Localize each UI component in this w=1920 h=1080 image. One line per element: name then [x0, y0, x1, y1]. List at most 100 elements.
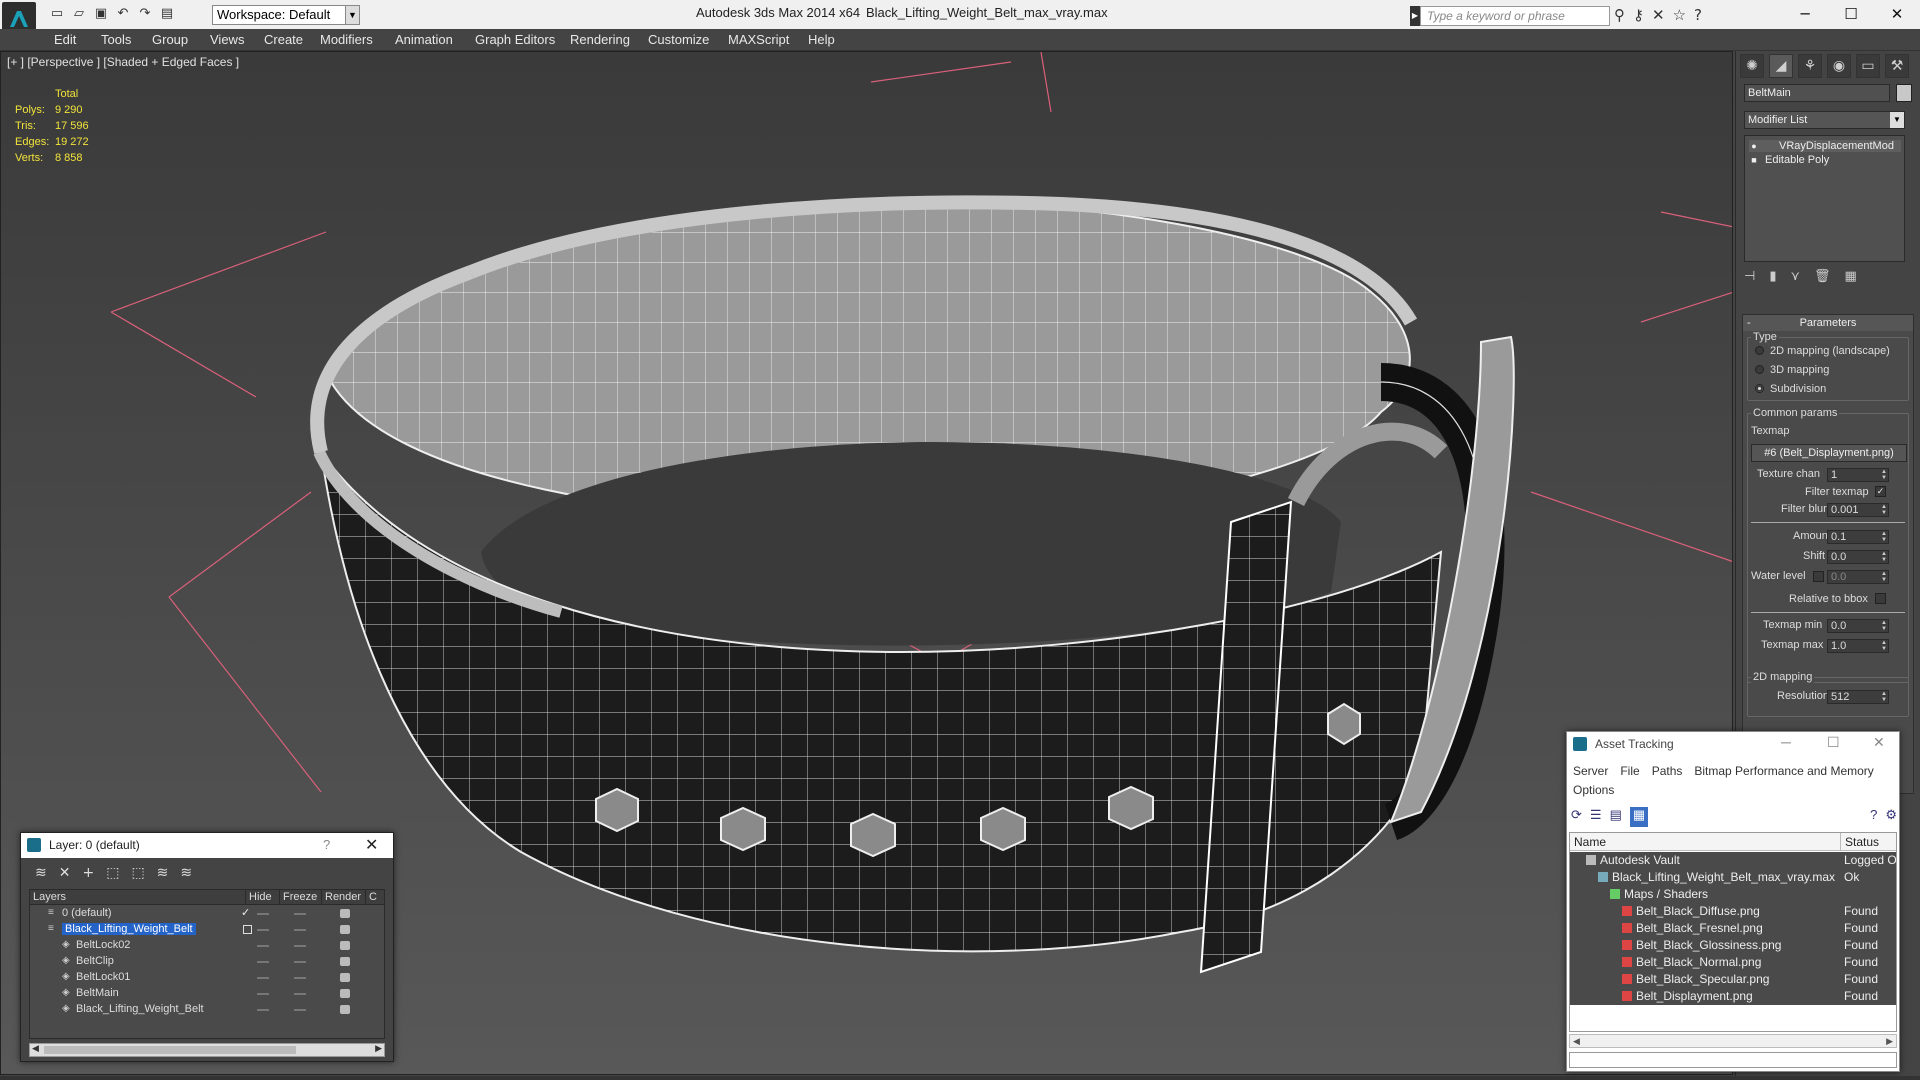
spinner-arrows-icon[interactable]: ▲ ▼ — [1880, 504, 1888, 516]
minimize-icon[interactable]: ─ — [1781, 734, 1791, 750]
render-teapot-icon[interactable] — [340, 957, 350, 966]
display-tab-icon[interactable]: ▭ — [1856, 54, 1880, 78]
column-header-render[interactable]: Render — [322, 890, 366, 905]
filter-blur-spinner[interactable]: 0.001 ▲ ▼ — [1827, 503, 1889, 517]
object-color-swatch[interactable] — [1896, 84, 1912, 102]
resolution-spinner[interactable]: 512 ▲ ▼ — [1827, 690, 1889, 704]
freeze-toggle[interactable] — [294, 945, 306, 947]
layer-name[interactable]: BeltLock02 — [76, 939, 130, 951]
menu-maxscript[interactable]: MAXScript — [728, 32, 789, 47]
utilities-tab-icon[interactable]: ⚒ — [1885, 54, 1909, 78]
water-level-spinner[interactable]: 0.0 ▲ ▼ — [1827, 570, 1889, 584]
settings-icon[interactable]: ⚙ — [1885, 807, 1897, 827]
parameters-rollout-header[interactable]: - Parameters — [1743, 315, 1913, 331]
spinner-arrows-icon[interactable]: ▲ ▼ — [1880, 691, 1888, 703]
layer-window-titlebar[interactable]: Layer: 0 (default) ? ✕ — [21, 833, 393, 858]
hide-toggle[interactable] — [257, 993, 269, 995]
maximize-button[interactable]: ☐ — [1828, 0, 1874, 28]
render-teapot-icon[interactable] — [340, 1005, 350, 1014]
freeze-toggle[interactable] — [294, 993, 306, 995]
spinner-arrows-icon[interactable]: ▲ ▼ — [1880, 571, 1888, 583]
menu-help[interactable]: Help — [808, 32, 835, 47]
asset-row[interactable]: Belt_Black_Diffuse.png Found — [1570, 903, 1896, 920]
horizontal-scrollbar[interactable]: ◀ ▶ — [29, 1043, 385, 1057]
filter-texmap-checkbox[interactable]: ✓ — [1875, 486, 1886, 497]
table-view-icon[interactable]: ▦ — [1629, 807, 1649, 827]
detail-view-icon[interactable]: ▤ — [1610, 807, 1622, 827]
menu-tools[interactable]: Tools — [101, 32, 131, 47]
freeze-toggle[interactable] — [294, 929, 306, 931]
menu-animation[interactable]: Animation — [395, 32, 453, 47]
scroll-left-icon[interactable]: ◀ — [1573, 1036, 1580, 1047]
project-folder-icon[interactable]: ▤ — [158, 4, 176, 22]
texmap-max-spinner[interactable]: 1.0 ▲ ▼ — [1827, 639, 1889, 653]
menu-edit[interactable]: Edit — [54, 32, 76, 47]
lightbulb-icon[interactable]: ● — [1749, 141, 1759, 151]
hide-toggle[interactable] — [257, 913, 269, 915]
layer-name[interactable]: 0 (default) — [62, 907, 112, 919]
column-header-name[interactable]: Name — [1574, 835, 1606, 849]
close-icon[interactable]: ✕ — [365, 835, 378, 855]
radio-2d-mapping[interactable]: 2D mapping (landscape) — [1755, 345, 1890, 357]
column-header-layers[interactable]: Layers — [30, 890, 246, 905]
column-header-hide[interactable]: Hide — [246, 890, 280, 905]
freeze-toggle[interactable] — [294, 961, 306, 963]
select-objects-icon[interactable]: ⬚ — [106, 865, 119, 881]
hide-toggle[interactable] — [257, 929, 269, 931]
shift-spinner[interactable]: 0.0 ▲ ▼ — [1827, 550, 1889, 564]
list-view-icon[interactable]: ☰ — [1590, 807, 1602, 827]
hide-toggle[interactable] — [257, 977, 269, 979]
menu-rendering[interactable]: Rendering — [570, 32, 630, 47]
asset-row[interactable]: Maps / Shaders — [1570, 886, 1896, 903]
column-header-color[interactable]: C — [366, 890, 384, 905]
highlight-layer-icon[interactable]: ⬚ — [131, 865, 144, 881]
menu-modifiers[interactable]: Modifiers — [320, 32, 373, 47]
scroll-right-icon[interactable]: ▶ — [375, 1044, 382, 1054]
asset-menu-file[interactable]: File — [1620, 764, 1639, 778]
hierarchy-tab-icon[interactable]: ⚘ — [1798, 54, 1822, 78]
layer-row[interactable]: ≡ Black_Lifting_Weight_Belt — [30, 922, 384, 938]
horizontal-scrollbar[interactable]: ◀ ▶ — [1569, 1034, 1897, 1048]
radio-3d-mapping[interactable]: 3D mapping — [1755, 364, 1829, 376]
stack-item-editable-poly[interactable]: ■ Editable Poly — [1749, 154, 1901, 166]
add-to-layer-icon[interactable]: + — [82, 865, 94, 881]
modifier-list-dropdown[interactable]: Modifier List ▼ — [1744, 111, 1905, 129]
menu-group[interactable]: Group — [152, 32, 188, 47]
layer-name[interactable]: Black_Lifting_Weight_Belt — [76, 1003, 204, 1015]
viewport-label-menu[interactable]: [+ ] [Perspective ] [Shaded + Edged Face… — [7, 55, 239, 69]
binoculars-icon[interactable]: ⚲ — [1614, 6, 1625, 24]
asset-row[interactable]: Autodesk Vault Logged O — [1570, 852, 1896, 869]
layer-name[interactable]: Black_Lifting_Weight_Belt — [62, 923, 196, 935]
make-unique-icon[interactable]: ⋎ — [1790, 269, 1800, 289]
asset-row[interactable]: Belt_Black_Normal.png Found — [1570, 954, 1896, 971]
scrollbar-thumb[interactable] — [44, 1046, 296, 1054]
spinner-arrows-icon[interactable]: ▲ ▼ — [1880, 469, 1888, 481]
freeze-toggle[interactable] — [294, 977, 306, 979]
layer-name[interactable]: BeltClip — [76, 955, 114, 967]
hide-all-layers-icon[interactable]: ≋ — [157, 865, 169, 881]
scroll-left-icon[interactable]: ◀ — [32, 1044, 39, 1054]
redo-icon[interactable]: ↷ — [136, 4, 154, 22]
layer-name[interactable]: BeltMain — [76, 987, 119, 999]
help-icon[interactable]: ? — [323, 837, 330, 852]
layer-row[interactable]: ◈ BeltMain — [30, 986, 384, 1002]
asset-row[interactable]: Belt_Black_Glossiness.png Found — [1570, 937, 1896, 954]
motion-tab-icon[interactable]: ◉ — [1827, 54, 1851, 78]
freeze-toggle[interactable] — [294, 913, 306, 915]
open-file-icon[interactable]: ▱ — [70, 4, 88, 22]
render-teapot-icon[interactable] — [340, 941, 350, 950]
scroll-right-icon[interactable]: ▶ — [1886, 1036, 1893, 1047]
hide-toggle[interactable] — [257, 961, 269, 963]
render-teapot-icon[interactable] — [340, 973, 350, 982]
render-teapot-icon[interactable] — [340, 909, 350, 918]
texmap-button[interactable]: #6 (Belt_Displayment.png) — [1751, 444, 1907, 462]
pin-stack-icon[interactable]: ⊣ — [1744, 269, 1755, 289]
asset-menu-bitmap[interactable]: Bitmap Performance and Memory — [1694, 764, 1873, 778]
layer-row[interactable]: ◈ BeltClip — [30, 954, 384, 970]
create-tab-icon[interactable]: ✺ — [1740, 54, 1764, 78]
new-file-icon[interactable]: ▭ — [48, 4, 66, 22]
asset-row[interactable]: Black_Lifting_Weight_Belt_max_vray.max Ok — [1570, 869, 1896, 886]
asset-row[interactable]: Belt_Displayment.png Found — [1570, 988, 1896, 1005]
freeze-toggle[interactable] — [294, 1009, 306, 1011]
exchange-icon[interactable]: ✕ — [1652, 6, 1665, 24]
